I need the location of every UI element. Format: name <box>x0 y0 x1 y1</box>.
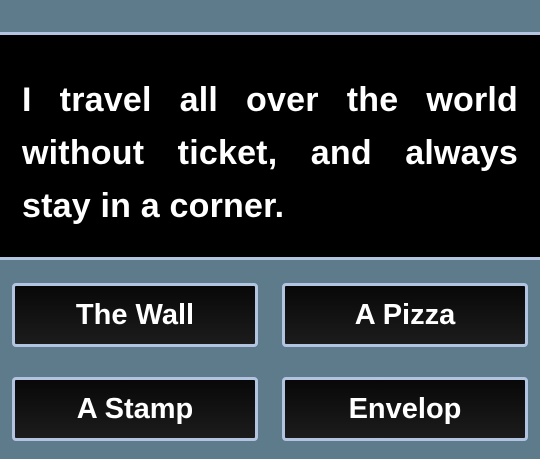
answer-button-envelop[interactable]: Envelop <box>282 377 528 441</box>
answer-button-the-wall[interactable]: The Wall <box>12 283 258 347</box>
question-text: I travel all over the world without tick… <box>22 81 518 225</box>
answer-button-a-pizza[interactable]: A Pizza <box>282 283 528 347</box>
question-panel: I travel all over the world without tick… <box>0 32 540 260</box>
answer-button-a-stamp[interactable]: A Stamp <box>12 377 258 441</box>
